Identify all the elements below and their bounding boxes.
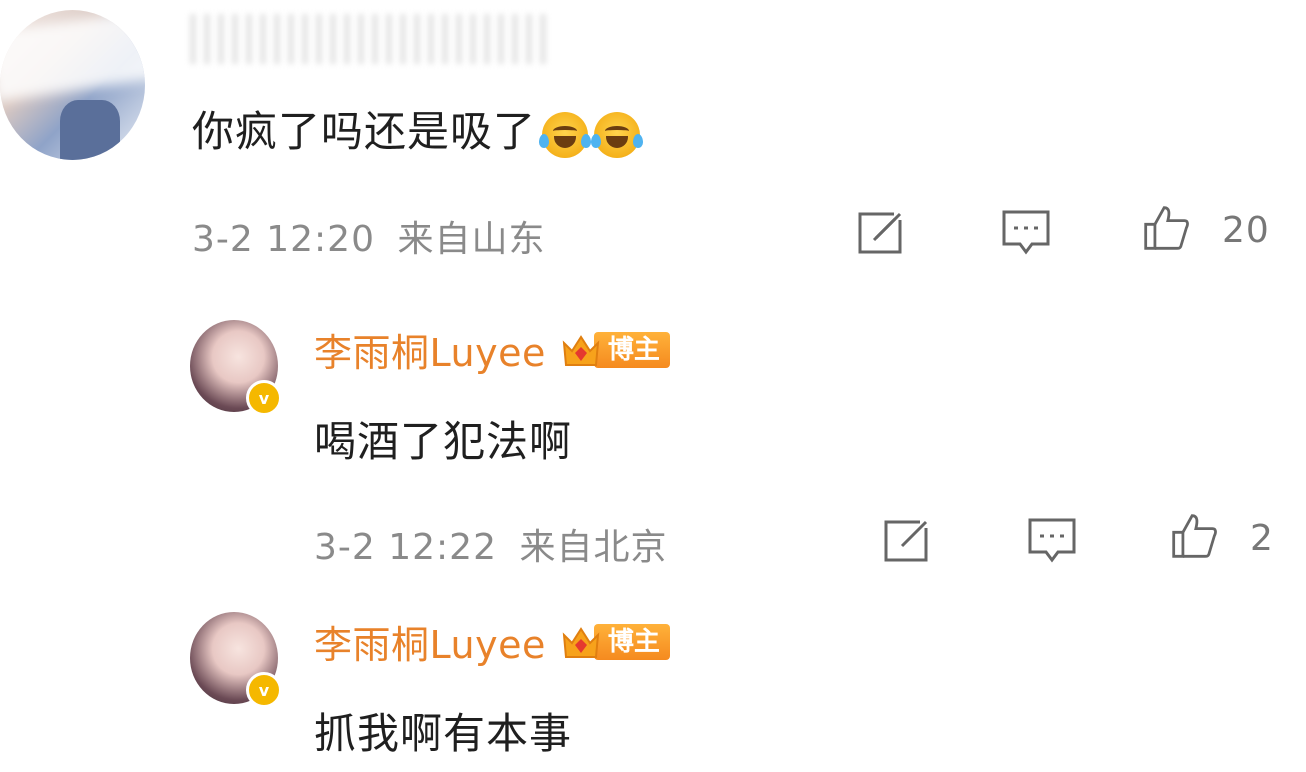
blogger-badge-label: 博主 [593, 331, 670, 368]
reply-text: 喝酒了犯法啊 [314, 417, 573, 466]
author-name[interactable]: 李雨桐Luyee [314, 614, 546, 669]
reply-author-row: 李雨桐Luyee 博主 [314, 322, 670, 377]
like-count: 20 [1222, 210, 1270, 251]
reply-timestamp: 3-2 12:22 [314, 527, 497, 568]
comment-icon[interactable] [1000, 208, 1052, 256]
laughing-crying-emoji-icon [539, 111, 592, 158]
comment-text: 你疯了吗还是吸了 [192, 98, 644, 159]
comment-icon[interactable] [1026, 516, 1078, 564]
crown-icon [560, 329, 602, 371]
verified-badge-icon: v [246, 672, 282, 708]
blogger-badge-label: 博主 [593, 623, 670, 660]
comment-location: 来自山东 [397, 219, 546, 260]
like-icon[interactable] [1140, 204, 1192, 252]
comment-timestamp: 3-2 12:20 [192, 219, 375, 260]
like-icon[interactable] [1168, 512, 1220, 560]
verified-badge-icon: v [246, 380, 282, 416]
commenter-avatar[interactable] [0, 10, 145, 160]
comment-text-content: 你疯了吗还是吸了 [192, 107, 537, 156]
crown-icon [560, 621, 602, 663]
reply-author-row: 李雨桐Luyee 博主 [314, 614, 670, 669]
edit-icon[interactable] [856, 208, 908, 256]
commenter-name-obscured[interactable] [190, 14, 550, 64]
blogger-badge: 博主 [560, 329, 670, 371]
laughing-crying-emoji-icon [591, 111, 644, 158]
reply-location: 来自北京 [519, 527, 668, 568]
edit-icon[interactable] [882, 516, 934, 564]
blogger-badge: 博主 [560, 621, 670, 663]
reply-text: 抓我啊有本事 [314, 709, 573, 758]
like-count: 2 [1250, 518, 1274, 559]
reply-meta: 3-2 12:22 来自北京 [314, 518, 667, 570]
comment-meta: 3-2 12:20 来自山东 [192, 210, 545, 262]
author-name[interactable]: 李雨桐Luyee [314, 322, 546, 377]
